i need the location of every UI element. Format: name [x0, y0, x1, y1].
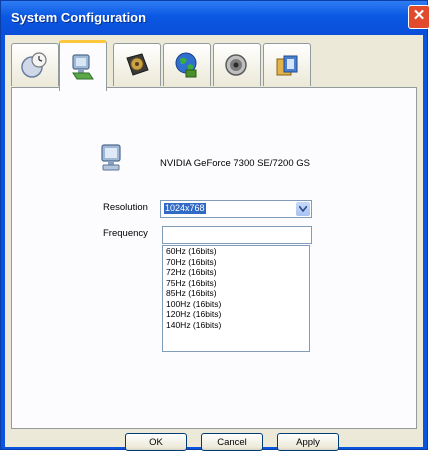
frequency-option[interactable]: 60Hz (16bits)	[163, 246, 309, 257]
apply-button[interactable]: Apply	[277, 433, 339, 451]
display-adapter-name: NVIDIA GeForce 7300 SE/7200 GS	[160, 158, 310, 169]
resolution-label: Resolution	[103, 202, 148, 213]
close-button[interactable]: ✕	[408, 5, 430, 29]
title-bar[interactable]: System Configuration ✕	[1, 1, 430, 35]
frequency-option[interactable]: 85Hz (16bits)	[163, 288, 309, 299]
ok-button[interactable]: OK	[125, 433, 187, 451]
resolution-value: 1024x768	[164, 203, 206, 214]
chevron-down-icon	[299, 206, 307, 212]
close-icon: ✕	[412, 7, 426, 24]
tab-audio[interactable]	[213, 43, 261, 86]
speaker-audio-icon	[225, 54, 247, 76]
tab-datetime[interactable]	[11, 43, 59, 86]
network-globe-icon	[175, 52, 197, 78]
frequency-option[interactable]: 72Hz (16bits)	[163, 267, 309, 278]
window-title: System Configuration	[11, 10, 147, 25]
tools-package-icon	[276, 55, 298, 76]
frequency-option[interactable]: 120Hz (16bits)	[163, 309, 309, 320]
tab-display[interactable]	[59, 40, 107, 91]
tab-storage[interactable]	[113, 43, 161, 86]
frequency-list[interactable]: 60Hz (16bits) 70Hz (16bits) 72Hz (16bits…	[162, 245, 310, 352]
resolution-dropdown[interactable]: 1024x768	[160, 200, 312, 218]
frequency-label: Frequency	[103, 228, 148, 239]
cancel-button[interactable]: Cancel	[201, 433, 263, 451]
resolution-dropdown-button[interactable]	[296, 202, 310, 216]
tab-tools[interactable]	[263, 43, 311, 86]
system-configuration-window: System Configuration ✕ NVIDIA GeForce 73…	[0, 0, 430, 451]
frequency-option[interactable]: 100Hz (16bits)	[163, 299, 309, 310]
frequency-field[interactable]	[162, 226, 312, 244]
tab-strip	[11, 40, 391, 91]
dialog-client-area: NVIDIA GeForce 7300 SE/7200 GS Resolutio…	[5, 35, 423, 451]
frequency-option[interactable]: 75Hz (16bits)	[163, 278, 309, 289]
frequency-option[interactable]: 140Hz (16bits)	[163, 320, 309, 331]
monitor-display-icon	[72, 54, 94, 80]
hard-disk-icon	[126, 53, 149, 76]
frequency-option[interactable]: 70Hz (16bits)	[163, 257, 309, 268]
monitor-device-icon	[101, 144, 121, 171]
tab-network[interactable]	[163, 43, 211, 86]
clock-globe-icon	[21, 52, 47, 78]
display-settings-panel: NVIDIA GeForce 7300 SE/7200 GS Resolutio…	[11, 87, 417, 429]
